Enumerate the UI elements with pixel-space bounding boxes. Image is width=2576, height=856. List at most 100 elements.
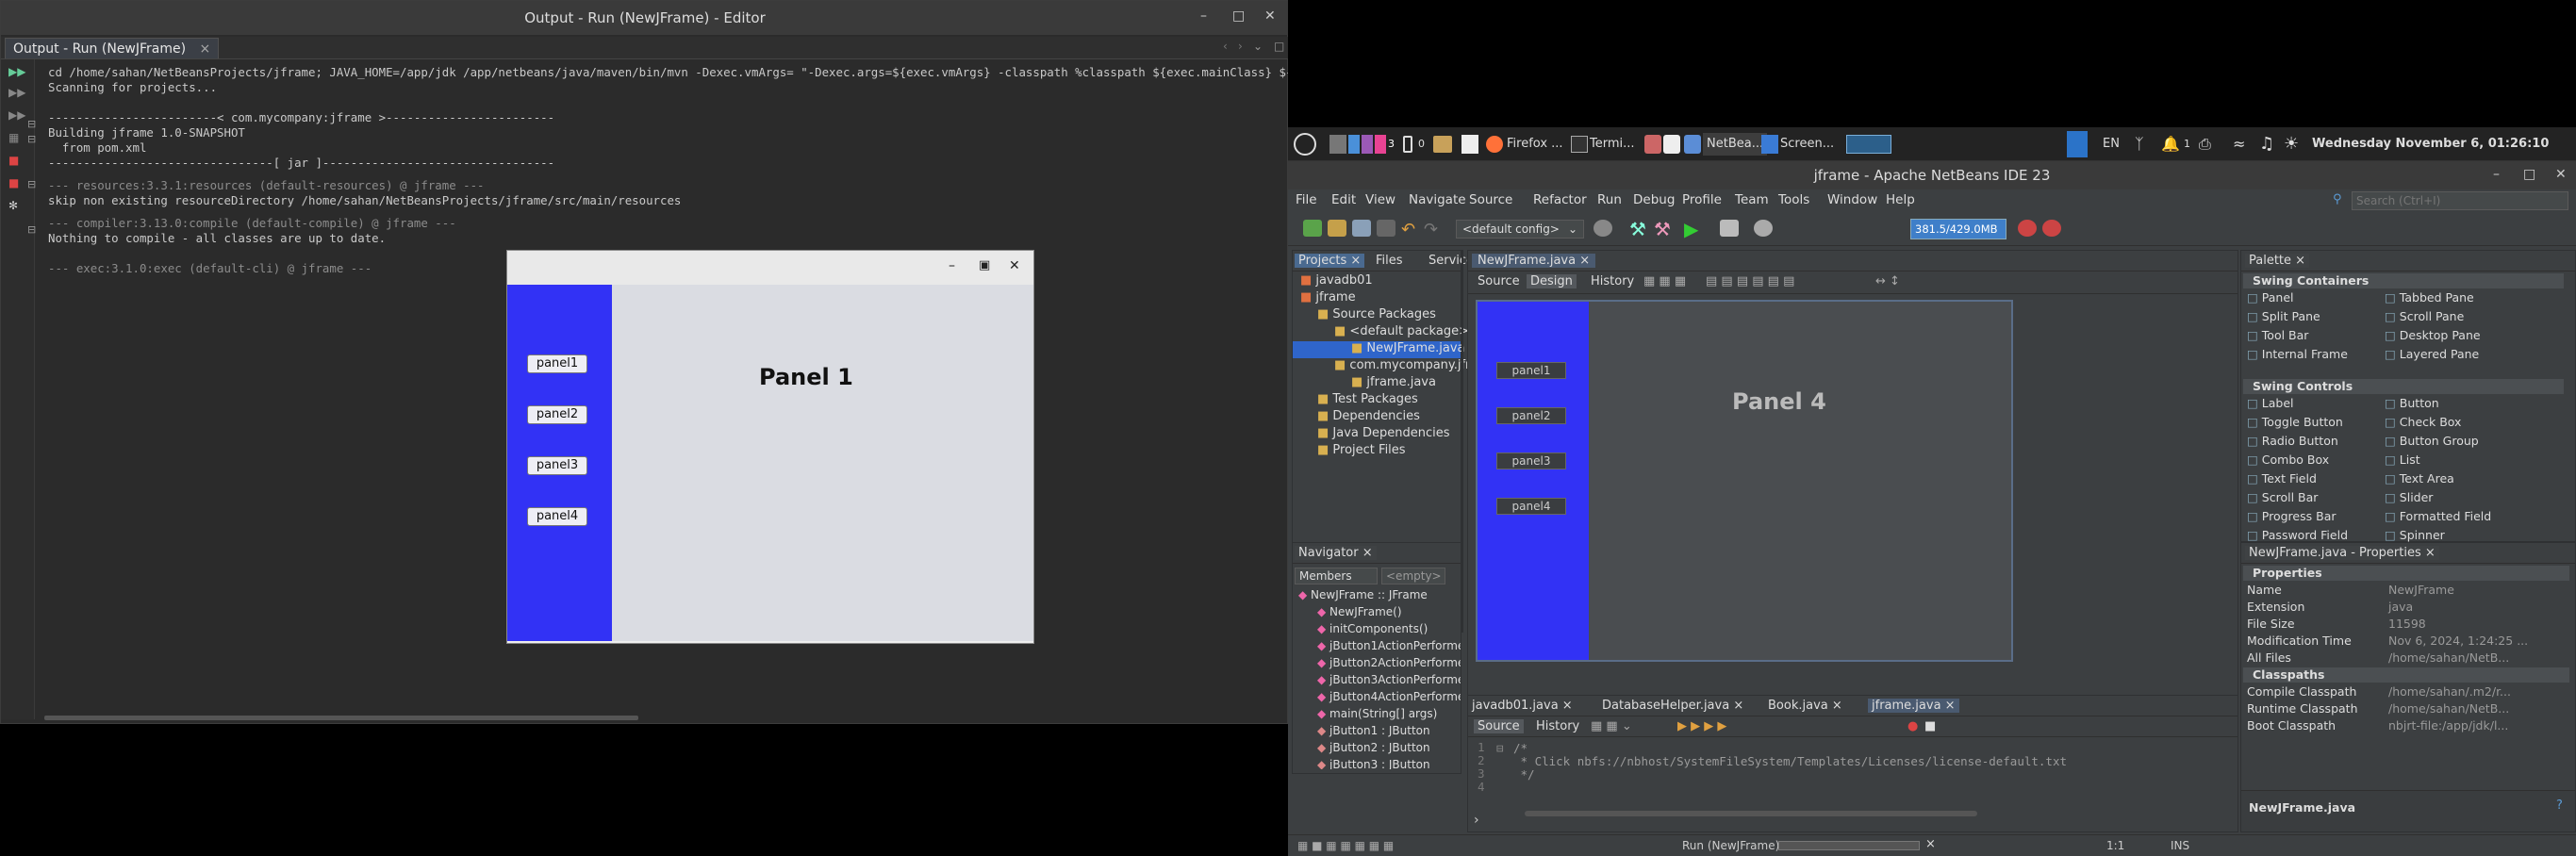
selection-mode-icon[interactable]: ▦ ▦ ▦ [1643, 274, 1686, 288]
property-value[interactable]: 11598 [2388, 617, 2426, 631]
profile-icon[interactable] [1754, 220, 1773, 237]
navigator-member[interactable]: ◆ jButton2ActionPerformed(ActionEvent [1317, 656, 1461, 669]
app-menu-icon[interactable] [1294, 133, 1316, 156]
printer-icon[interactable]: ⎙ [2199, 133, 2211, 156]
help-icon[interactable]: ? [2556, 798, 2563, 813]
menu-file[interactable]: File [1296, 192, 1317, 207]
palette-item[interactable]: □ Desktop Pane [2385, 328, 2481, 342]
maximize-pane-icon[interactable]: □ [1274, 40, 1284, 53]
palette-item[interactable]: □ Button Group [2385, 434, 2479, 448]
design-form[interactable]: panel1 panel2 panel3 panel4 Panel 4 [1476, 300, 2013, 662]
app-icon[interactable] [1644, 135, 1661, 154]
menu-help[interactable]: Help [1886, 192, 1915, 207]
app-icon[interactable] [1663, 135, 1680, 154]
stop-macro-icon[interactable]: ■ [1924, 719, 1936, 733]
palette-item[interactable]: □ Layered Pane [2385, 347, 2479, 361]
palette-item[interactable]: □ Check Box [2385, 415, 2461, 429]
palette-item[interactable]: □ Scroll Pane [2385, 309, 2464, 323]
navigator-member[interactable]: ◆ jButton1 : JButton [1317, 724, 1430, 737]
status-tool-icons[interactable]: ▦ ■ ▦ ▦ ▦ ▦ ▦ [1297, 839, 1394, 852]
taskbar-item-firefox[interactable]: Firefox ... [1507, 133, 1563, 156]
bluetooth-icon[interactable]: ᛉ [2135, 133, 2144, 156]
horizontal-scrollbar[interactable] [44, 716, 638, 720]
tab-properties[interactable]: NewJFrame.java - Properties × [2245, 546, 2439, 560]
cancel-icon[interactable]: × [1925, 837, 1936, 851]
panel1-button[interactable]: panel1 [527, 354, 587, 373]
tab-output-run[interactable]: Output - Run (NewJFrame) × [5, 38, 220, 58]
debug-icon[interactable] [1720, 220, 1739, 237]
launcher-icon[interactable] [1348, 135, 1360, 154]
menu-window[interactable]: Window [1827, 192, 1877, 207]
gc-icon[interactable] [2018, 220, 2037, 237]
palette-item[interactable]: □ Internal Frame [2247, 347, 2348, 361]
tree-item[interactable]: ■ <default package> [1293, 324, 1469, 341]
design-panel4-button[interactable]: panel4 [1496, 498, 1566, 515]
clean-build-icon[interactable]: ⚒ [1654, 218, 1671, 240]
tree-item[interactable]: ■ Project Files [1293, 443, 1461, 460]
tree-item[interactable]: ■ jframe.java [1293, 375, 1461, 392]
property-value[interactable]: NewJFrame [2388, 583, 2454, 597]
palette-item[interactable]: □ Button [2385, 396, 2439, 410]
menu-run[interactable]: Run [1597, 192, 1622, 207]
panel3-button[interactable]: panel3 [527, 456, 587, 475]
taskbar-item-netbeans[interactable]: NetBea... [1703, 133, 1768, 156]
palette-item[interactable]: □ Slider [2385, 490, 2433, 504]
palette-section-swing-controls[interactable]: Swing Controls [2243, 379, 2564, 394]
filter-select[interactable]: <empty> [1381, 568, 1445, 584]
navigator-member[interactable]: ◆ jButton3 : JButton [1317, 758, 1430, 769]
search-input[interactable] [2352, 191, 2568, 210]
scroll-right-icon[interactable]: › [1238, 40, 1243, 53]
undo-icon[interactable]: ↶ [1401, 220, 1415, 239]
palette-item[interactable]: □ Radio Button [2247, 434, 2338, 448]
save-all-icon[interactable] [1377, 220, 1395, 237]
splitter[interactable] [1461, 250, 1463, 633]
memory-indicator[interactable]: 381.5/429.0MB [1910, 219, 2006, 239]
tree-item[interactable]: ■ Test Packages [1293, 392, 1461, 409]
tab-javadb01[interactable]: javadb01.java × [1472, 699, 1573, 713]
property-value[interactable]: /home/sahan/.m2/r... [2388, 684, 2511, 699]
palette-item[interactable]: □ Panel [2247, 290, 2294, 305]
fold-icon[interactable]: ⊟ [1496, 741, 1504, 755]
horizontal-scrollbar[interactable] [1525, 811, 1977, 816]
new-file-icon[interactable] [1303, 220, 1322, 237]
clock[interactable]: Wednesday November 6, 01:26:10 [2312, 133, 2549, 156]
palette-section-swing-containers[interactable]: Swing Containers [2243, 273, 2564, 288]
palette-item[interactable]: □ Tabbed Pane [2385, 290, 2474, 305]
navigator-member[interactable]: ◆ NewJFrame() [1317, 605, 1402, 618]
menu-tools[interactable]: Tools [1778, 192, 1809, 207]
menu-team[interactable]: Team [1735, 192, 1769, 207]
editor-toolbar-icons[interactable]: ▦ ▦ ⌄ [1591, 719, 1632, 733]
tab-palette[interactable]: Palette × [2245, 254, 2310, 268]
navigator-member[interactable]: ◆ jButton1ActionPerformed(ActionEvent [1317, 639, 1461, 652]
tab-jframe[interactable]: jframe.java × [1868, 699, 1959, 713]
tab-book[interactable]: Book.java × [1768, 699, 1842, 713]
align-icons[interactable]: ▤ ▤ ▤ ▤ ▤ ▤ [1706, 274, 1794, 288]
panel4-button[interactable]: panel4 [527, 507, 587, 526]
menu-source[interactable]: Source [1469, 192, 1512, 207]
launcher-icon[interactable] [1362, 135, 1373, 154]
tab-source[interactable]: Source [1474, 719, 1524, 733]
palette-item[interactable]: □ Text Area [2385, 471, 2454, 486]
tree-item[interactable]: ■ jframe [1293, 290, 1461, 307]
brightness-icon[interactable]: ☀ [2284, 133, 2299, 156]
close-icon[interactable]: ✕ [1264, 8, 1276, 24]
tab-list-icon[interactable]: ⌄ [1253, 40, 1263, 53]
property-value[interactable]: nbjrt-file:/app/jdk/l... [2388, 718, 2508, 733]
tab-history[interactable]: History [1536, 719, 1579, 733]
maximize-icon[interactable]: □ [1232, 8, 1245, 24]
notifications-icon[interactable]: 🔔 [2161, 133, 2180, 156]
navigator-member[interactable]: ◆ jButton2 : JButton [1317, 741, 1430, 754]
minimize-icon[interactable]: – [949, 258, 955, 273]
tab-projects[interactable]: Projects × [1295, 254, 1365, 268]
tab-source[interactable]: Source [1478, 274, 1520, 288]
tab-databasehelper[interactable]: DatabaseHelper.java × [1602, 699, 1743, 713]
taskbar-item-screenshot[interactable]: Screen... [1780, 133, 1834, 156]
tab-files[interactable]: Files [1376, 254, 1403, 268]
navigator-member[interactable]: ◆ jButton3ActionPerformed(ActionEvent [1317, 673, 1461, 686]
design-panel1-button[interactable]: panel1 [1496, 362, 1566, 379]
tab-design[interactable]: Design [1527, 274, 1577, 288]
tree-item[interactable]: ■ Dependencies [1293, 409, 1461, 426]
tab-navigator[interactable]: Navigator × [1295, 546, 1377, 560]
folder-icon[interactable] [1433, 136, 1452, 153]
maximize-icon[interactable]: □ [2523, 167, 2535, 182]
